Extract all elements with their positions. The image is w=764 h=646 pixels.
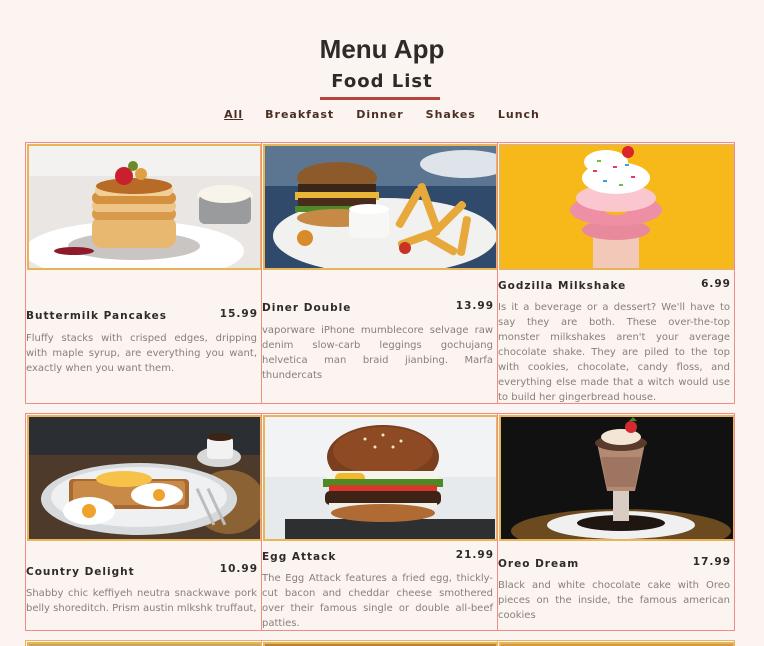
item-description: vaporware iPhone mumblecore selvage raw … (262, 325, 493, 381)
item-description: Black and white chocolate cake with Oreo… (498, 580, 730, 621)
food-photo (499, 642, 734, 646)
food-list-heading: Food List (331, 71, 433, 92)
item-description: Fluffy stacks with crisped edges, drippi… (26, 333, 257, 374)
item-price: 6.99 (701, 278, 731, 290)
donut-milkshake-photo (499, 144, 734, 270)
item-name: Oreo Dream (498, 558, 580, 570)
filter-breakfast-button[interactable]: Breakfast (264, 106, 335, 123)
oreo-shake-photo (499, 415, 734, 541)
item-name: Buttermilk Pancakes (26, 310, 167, 322)
menu-item-card: Godzilla Milkshake 6.99 Is it a beverage… (497, 142, 735, 404)
item-price: 13.99 (455, 300, 494, 312)
app-title: Menu App (319, 34, 445, 64)
filter-dinner-button[interactable]: Dinner (355, 106, 404, 123)
pancakes-photo (27, 144, 261, 270)
filter-all-button[interactable]: All (223, 106, 244, 123)
food-photo (27, 642, 261, 646)
item-price: 17.99 (692, 556, 731, 568)
item-name: Egg Attack (262, 551, 337, 563)
category-filters: All Breakfast Dinner Shakes Lunch (0, 106, 764, 123)
menu-item-card: Buttermilk Pancakes 15.99 Fluffy stacks … (25, 142, 262, 404)
eggs-toast-photo (27, 415, 261, 541)
filter-shakes-button[interactable]: Shakes (425, 106, 477, 123)
item-price: 15.99 (219, 308, 258, 320)
item-name: Godzilla Milkshake (498, 280, 627, 292)
burger-fries-photo (263, 144, 497, 270)
menu-item-card (25, 640, 262, 646)
food-photo (263, 642, 497, 646)
menu-page: Menu App Food List All Breakfast Dinner … (0, 0, 764, 646)
egg-burger-photo (263, 415, 497, 541)
menu-item-card: Oreo Dream 17.99 Black and white chocola… (497, 413, 735, 631)
item-description: The Egg Attack features a fried egg, thi… (262, 573, 493, 629)
heading-underline (320, 97, 440, 100)
menu-item-card: Diner Double 13.99 vaporware iPhone mumb… (261, 142, 498, 404)
item-description: Is it a beverage or a dessert? We'll hav… (498, 302, 730, 403)
item-price: 10.99 (219, 563, 258, 575)
item-description: Shabby chic keffiyeh neutra snackwave po… (26, 588, 257, 614)
menu-item-card (497, 640, 735, 646)
item-price: 21.99 (455, 549, 494, 561)
filter-lunch-button[interactable]: Lunch (497, 106, 541, 123)
item-name: Country Delight (26, 566, 135, 578)
menu-item-card: Egg Attack 21.99 The Egg Attack features… (261, 413, 498, 631)
menu-item-card: Country Delight 10.99 Shabby chic keffiy… (25, 413, 262, 631)
item-name: Diner Double (262, 302, 352, 314)
menu-item-card (261, 640, 498, 646)
